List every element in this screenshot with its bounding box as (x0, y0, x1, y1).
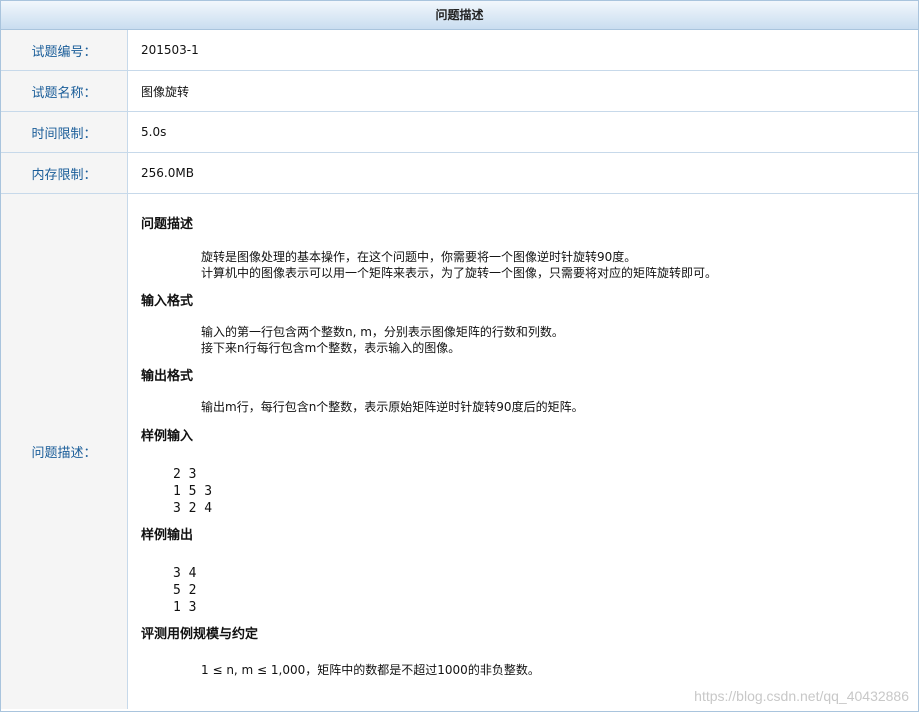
paragraph-line: 1 ≤ n, m ≤ 1,000，矩阵中的数都是不超过1000的非负整数。 (201, 663, 540, 677)
watermark: https://blog.csdn.net/qq_40432886 (694, 688, 909, 704)
row-label: 时间限制： (1, 112, 128, 152)
row-value: 5.0s (141, 125, 167, 139)
row-label: 试题编号： (1, 30, 128, 70)
section-title: 问题描述 (141, 217, 194, 232)
row-value: 图像旋转 (141, 84, 190, 99)
info-row-time-limit: 时间限制： 5.0s (1, 112, 918, 153)
panel-header: 问题描述 (1, 1, 918, 30)
section-title: 样例输出 (141, 528, 194, 543)
section-title: 评测用例规模与约定 (141, 627, 259, 642)
row-value: 256.0MB (141, 166, 194, 180)
problem-panel: 问题描述 试题编号： 201503-1 试题名称： 图像旋转 时间限制： 5.0… (0, 0, 919, 712)
sample-input-line: 2 3 (173, 467, 197, 482)
row-label: 试题名称： (1, 71, 128, 111)
row-label: 问题描述： (1, 194, 128, 709)
info-row-id: 试题编号： 201503-1 (1, 30, 918, 71)
paragraph-line: 计算机中的图像表示可以用一个矩阵来表示，为了旋转一个图像，只需要将对应的矩阵旋转… (201, 266, 718, 280)
info-row-memory-limit: 内存限制： 256.0MB (1, 153, 918, 194)
problem-description-row: 问题描述： 问题描述 旋转是图像处理的基本操作，在这个问题中，你需要将一个图像逆… (1, 194, 918, 709)
section-title: 输出格式 (141, 369, 194, 384)
sample-input-line: 3 2 4 (173, 501, 213, 516)
sample-output-line: 1 3 (173, 600, 197, 615)
paragraph-line: 输入的第一行包含两个整数n, m，分别表示图像矩阵的行数和列数。 (201, 325, 564, 339)
paragraph-line: 输出m行，每行包含n个整数，表示原始矩阵逆时针旋转90度后的矩阵。 (201, 400, 584, 414)
problem-content: 问题描述 旋转是图像处理的基本操作，在这个问题中，你需要将一个图像逆时针旋转90… (128, 194, 918, 709)
row-value: 201503-1 (141, 43, 199, 57)
section-title: 输入格式 (141, 294, 194, 309)
section-title: 样例输入 (141, 429, 194, 444)
sample-output-line: 5 2 (173, 583, 197, 598)
sample-input-line: 1 5 3 (173, 484, 213, 499)
paragraph-line: 接下来n行每行包含m个整数，表示输入的图像。 (201, 341, 461, 355)
row-label: 内存限制： (1, 153, 128, 193)
info-row-name: 试题名称： 图像旋转 (1, 71, 918, 112)
paragraph-line: 旋转是图像处理的基本操作，在这个问题中，你需要将一个图像逆时针旋转90度。 (201, 250, 637, 264)
sample-output-line: 3 4 (173, 566, 197, 581)
